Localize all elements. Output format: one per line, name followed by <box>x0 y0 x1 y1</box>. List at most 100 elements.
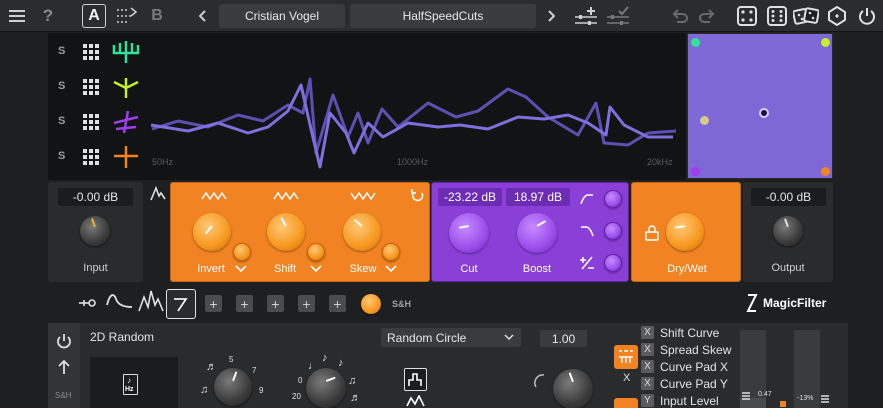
modulator-knob[interactable] <box>361 294 381 314</box>
pad-corner-node[interactable] <box>821 167 830 176</box>
arrow-up-icon[interactable] <box>57 359 71 375</box>
xy-curve-pad[interactable] <box>687 33 833 179</box>
preset-name-field[interactable]: HalfSpeedCuts <box>350 4 536 28</box>
highpass-toggle[interactable] <box>604 190 622 208</box>
cut-boost-section: -23.22 dB 18.97 dB Cut Boost <box>431 182 629 282</box>
pad-corner-node[interactable] <box>691 167 700 176</box>
target-item[interactable]: Y Input Level <box>641 392 736 408</box>
author-field[interactable]: Cristian Vogel <box>219 4 345 28</box>
pad-corner-node[interactable] <box>691 38 700 47</box>
lowpass-toggle[interactable] <box>604 222 622 240</box>
target-label: Spread Skew <box>660 342 732 357</box>
depth-knob[interactable] <box>553 369 593 408</box>
remove-target-icon[interactable]: X <box>641 343 654 356</box>
polarity-toggle[interactable] <box>604 254 622 272</box>
rate-value-field[interactable]: 1.00 <box>540 330 587 347</box>
pad-position-handle[interactable] <box>759 108 769 118</box>
input-section: -0.00 dB Input <box>48 182 143 282</box>
chevron-down-icon[interactable] <box>310 265 322 273</box>
highpass-icon[interactable] <box>580 193 594 205</box>
step-shape-toggle[interactable] <box>404 368 427 391</box>
invert-mod-knob[interactable] <box>233 243 251 261</box>
skew-mod-knob[interactable] <box>382 243 400 261</box>
division-5: 5 <box>229 355 234 364</box>
meter-grip-icon[interactable] <box>820 394 830 404</box>
hamburger-menu-icon[interactable] <box>6 4 28 28</box>
power-icon[interactable] <box>56 333 72 349</box>
dice-single-icon[interactable] <box>826 4 848 28</box>
dice-four-icon[interactable] <box>736 4 758 28</box>
note-sixteenth-icon: ♬ <box>206 361 217 373</box>
target-y-button[interactable] <box>614 398 638 408</box>
target-x-button[interactable] <box>614 345 638 369</box>
remove-target-icon[interactable]: X <box>641 377 654 390</box>
add-preset-icon[interactable] <box>573 4 599 28</box>
add-modulator-button[interactable]: + <box>267 295 284 312</box>
cut-value[interactable]: -23.22 dB <box>438 188 502 206</box>
lock-icon[interactable] <box>645 225 659 241</box>
target-item[interactable]: X Shift Curve <box>641 324 736 341</box>
division-knob[interactable] <box>214 368 252 406</box>
chevron-down-icon[interactable] <box>235 265 247 273</box>
add-modulator-button[interactable]: + <box>236 295 253 312</box>
envelope-slot-icon[interactable] <box>106 289 134 311</box>
curve-mode-icon[interactable] <box>150 185 166 207</box>
undo-icon[interactable] <box>670 4 690 28</box>
input-value[interactable]: -0.00 dB <box>58 188 133 206</box>
target-item[interactable]: X Spread Skew <box>641 341 736 358</box>
add-modulator-button[interactable]: + <box>329 295 346 312</box>
output-label: Output <box>771 262 805 274</box>
target-item[interactable]: X Curve Pad Y <box>641 375 736 392</box>
shift-knob[interactable] <box>267 213 305 251</box>
save-preset-icon[interactable] <box>605 4 631 28</box>
range-max: 20 <box>292 392 301 401</box>
key-connect-icon[interactable] <box>78 296 98 310</box>
target-axis-label: X <box>623 372 631 384</box>
meter-grip-icon[interactable] <box>741 391 751 401</box>
copy-a-to-b-icon[interactable] <box>114 4 140 28</box>
dice-six-icon[interactable] <box>766 4 788 28</box>
chevron-down-icon[interactable] <box>385 265 397 273</box>
boost-knob[interactable] <box>517 213 557 253</box>
multiplier-knob[interactable] <box>306 368 346 408</box>
peaks-slot-icon[interactable] <box>138 289 164 313</box>
add-modulator-button[interactable]: + <box>205 295 222 312</box>
random-2d-icon <box>174 298 188 312</box>
add-modulator-button[interactable]: + <box>298 295 315 312</box>
frequency-graph[interactable]: S S S S 50Hz 1000Hz 20kHz <box>48 33 686 180</box>
output-value[interactable]: -0.00 dB <box>751 188 826 206</box>
boost-value[interactable]: 18.97 dB <box>506 188 570 206</box>
random-slot-active[interactable] <box>166 289 196 319</box>
redo-icon[interactable] <box>697 4 717 28</box>
modulator-title: 2D Random <box>90 330 155 344</box>
sh-label: S&H <box>392 299 412 309</box>
drywet-knob[interactable] <box>666 213 704 251</box>
prev-preset-icon[interactable] <box>196 4 210 28</box>
remove-target-icon[interactable]: X <box>641 360 654 373</box>
pad-corner-node[interactable] <box>821 38 830 47</box>
dice-pair-icon[interactable] <box>793 4 819 28</box>
invert-knob[interactable] <box>193 213 231 251</box>
preset-b-button[interactable]: B <box>145 4 169 28</box>
sync-toggle[interactable]: ♪ Hz <box>123 374 138 395</box>
shift-mod-knob[interactable] <box>307 243 325 261</box>
reset-icon[interactable] <box>411 188 425 202</box>
cut-knob[interactable] <box>449 213 489 253</box>
shape-section: Invert Shift Skew <box>170 182 430 282</box>
offset-value: -13% <box>797 395 814 402</box>
help-button[interactable]: ? <box>38 4 58 28</box>
smooth-shape-icon[interactable] <box>406 395 426 407</box>
next-preset-icon[interactable] <box>544 4 558 28</box>
power-icon[interactable] <box>856 4 878 28</box>
target-item[interactable]: X Curve Pad X <box>641 358 736 375</box>
preset-a-button[interactable]: A <box>82 4 106 28</box>
skew-knob[interactable] <box>343 213 381 251</box>
plus-minus-icon[interactable] <box>579 256 595 270</box>
shape-select[interactable]: Random Circle <box>381 328 521 347</box>
division-7: 7 <box>252 366 257 375</box>
input-knob[interactable] <box>80 216 110 246</box>
lowpass-icon[interactable] <box>580 225 594 237</box>
output-knob[interactable] <box>773 216 803 246</box>
remove-target-icon[interactable]: Y <box>641 394 654 407</box>
remove-target-icon[interactable]: X <box>641 326 654 339</box>
